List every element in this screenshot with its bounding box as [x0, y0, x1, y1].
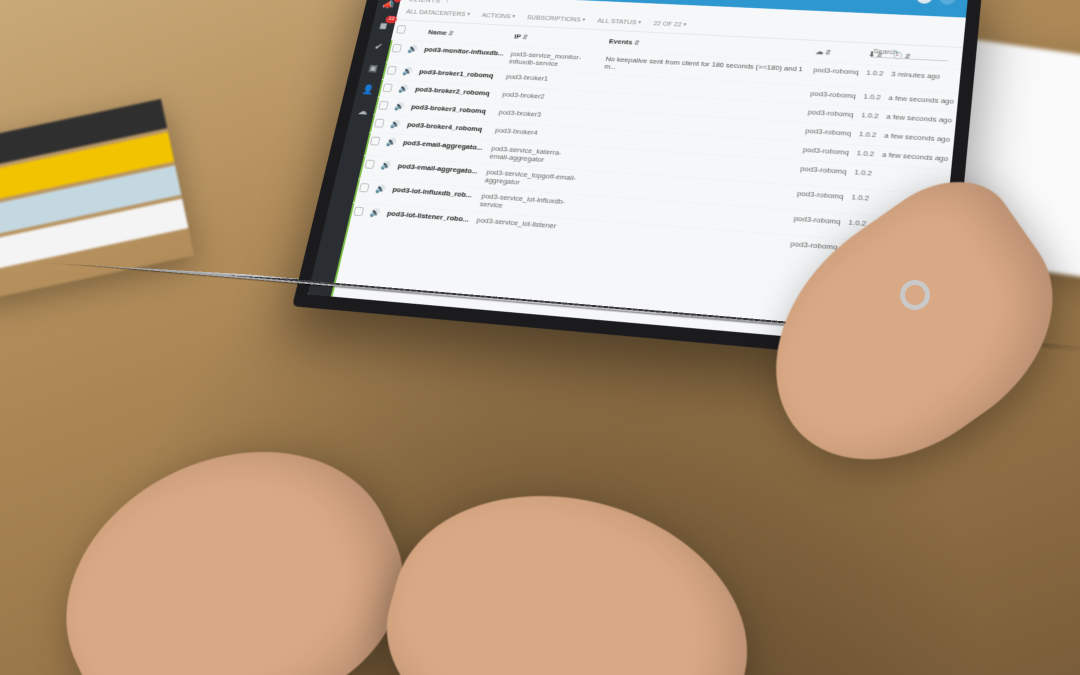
- filter-datacenters[interactable]: ALL DATACENTERS ▾: [405, 8, 470, 18]
- filter-actions[interactable]: ACTIONS ▾: [481, 11, 516, 20]
- row-checkbox[interactable]: [359, 183, 370, 192]
- cell-version: 1.0.2: [854, 126, 881, 147]
- cloud-icon[interactable]: ☁: [355, 104, 372, 118]
- sound-icon[interactable]: 🔊: [375, 184, 387, 193]
- col-cloud[interactable]: ☁⇵: [811, 41, 866, 65]
- breadcrumb-root[interactable]: CLIENTS: [408, 0, 441, 4]
- caret-down-icon: ▾: [582, 17, 586, 23]
- filter-status[interactable]: ALL STATUS ▾: [597, 17, 642, 27]
- user-icon[interactable]: 👤: [360, 82, 377, 96]
- sound-icon[interactable]: 🔊: [369, 208, 381, 218]
- sort-icon: ⇵: [448, 31, 454, 37]
- user-area[interactable]: admin i: [884, 0, 957, 5]
- sound-icon[interactable]: 🔊: [407, 45, 418, 54]
- col-name-label: Name: [428, 28, 448, 36]
- briefcase-icon[interactable]: ▣: [365, 61, 382, 75]
- row-checkbox[interactable]: [386, 66, 396, 75]
- filter-count[interactable]: 22 OF 22 ▾: [653, 19, 687, 28]
- cell-version: 1.0.2: [849, 164, 877, 191]
- filter-datacenters-label: ALL DATACENTERS: [405, 8, 466, 18]
- sound-icon[interactable]: 🔊: [398, 84, 410, 93]
- row-checkbox[interactable]: [370, 136, 381, 145]
- sound-icon[interactable]: 🔊: [402, 67, 413, 76]
- cell-cloud: pod3-robomq: [791, 185, 849, 214]
- check-icon[interactable]: ✔: [370, 39, 387, 53]
- filter-actions-label: ACTIONS: [481, 11, 511, 20]
- avatar-icon[interactable]: [915, 0, 934, 4]
- cell-cloud: pod3-robomq: [794, 160, 851, 188]
- row-checkbox[interactable]: [374, 119, 385, 128]
- filter-count-label: 22 OF 22: [653, 19, 682, 28]
- filter-subscriptions[interactable]: SUBSCRIPTIONS ▾: [526, 13, 586, 23]
- cell-version: 1.0.2: [846, 188, 874, 215]
- filter-status-label: ALL STATUS: [597, 17, 637, 26]
- sound-icon[interactable]: 🔊: [394, 102, 406, 111]
- row-checkbox[interactable]: [353, 207, 364, 217]
- select-all-checkbox[interactable]: [396, 25, 406, 34]
- cell-version: 1.0.2: [858, 88, 885, 108]
- sound-icon[interactable]: 🔊: [385, 137, 397, 146]
- cell-cloud: pod3-robomq: [808, 62, 864, 88]
- row-checkbox[interactable]: [364, 160, 375, 169]
- info-icon[interactable]: i: [938, 0, 957, 5]
- bell-icon[interactable]: ◼ 22: [375, 18, 392, 32]
- row-checkbox[interactable]: [392, 44, 402, 53]
- caret-down-icon: ▾: [638, 19, 642, 25]
- sort-icon: ⇵: [634, 40, 640, 46]
- chevron-right-icon: ›: [445, 0, 449, 5]
- caret-down-icon: ▾: [467, 11, 471, 17]
- col-ip-label: IP: [514, 32, 522, 40]
- sort-icon: ⇵: [522, 34, 528, 40]
- caret-down-icon: ▾: [683, 22, 687, 28]
- sound-icon[interactable]: 🔊: [380, 161, 392, 170]
- cell-version: 1.0.2: [856, 107, 883, 127]
- announce-icon[interactable]: 📣 2: [380, 0, 396, 11]
- caret-down-icon: ▾: [512, 14, 516, 20]
- row-checkbox[interactable]: [382, 83, 392, 92]
- cell-version: 1.0.2: [861, 65, 889, 90]
- sound-icon[interactable]: 🔊: [390, 120, 402, 129]
- cell-version: 1.0.2: [852, 145, 880, 166]
- cloud-icon: ☁: [815, 47, 824, 55]
- row-checkbox[interactable]: [378, 101, 389, 110]
- filter-subscriptions-label: SUBSCRIPTIONS: [526, 13, 581, 23]
- sort-icon: ⇵: [825, 49, 831, 55]
- photo-backdrop: ...gnostics, Monitoring and Management a…: [0, 0, 1080, 675]
- col-events-label: Events: [608, 37, 633, 46]
